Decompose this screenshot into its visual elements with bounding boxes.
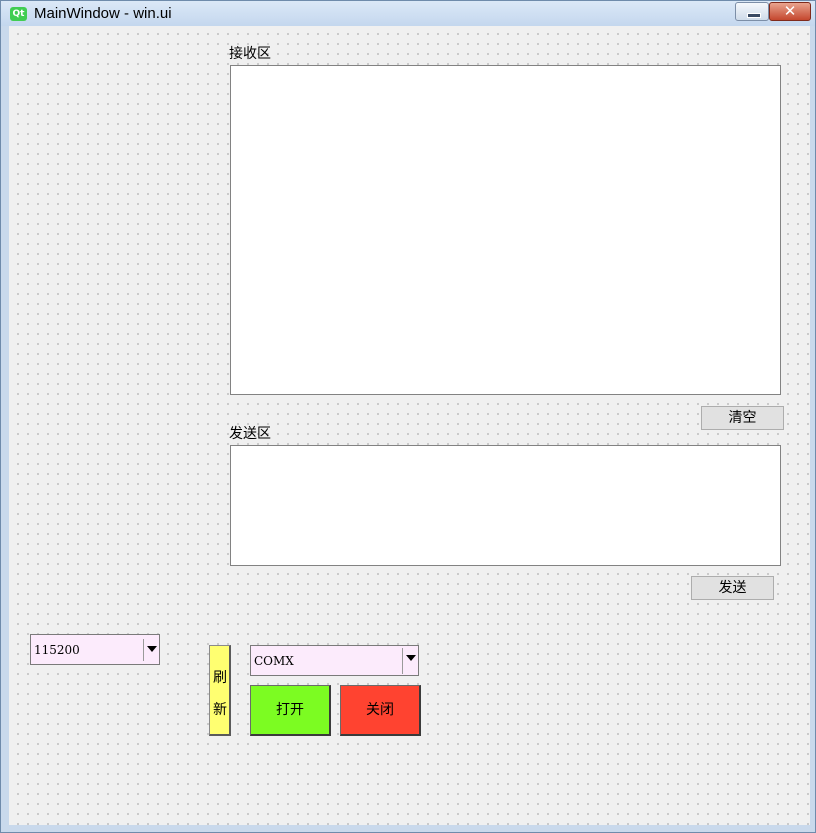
receive-textarea[interactable]	[230, 65, 781, 395]
refresh-button[interactable]: 刷 新	[209, 645, 231, 736]
title-bar[interactable]: Qt MainWindow - win.ui ✕	[1, 1, 815, 26]
receive-area-label: 接收区	[229, 46, 271, 62]
main-window: Qt MainWindow - win.ui ✕ 接收区 清空 发送区 发送 1…	[0, 0, 816, 833]
chevron-down-icon[interactable]	[143, 639, 159, 661]
close-port-button[interactable]: 关闭	[340, 685, 421, 736]
send-area-label: 发送区	[229, 426, 271, 442]
port-value: COMX	[254, 654, 294, 668]
clear-button[interactable]: 清空	[701, 406, 784, 430]
form-canvas: 接收区 清空 发送区 发送 115200 刷 新 COMX 打开 关闭	[9, 26, 810, 825]
port-combobox[interactable]: COMX	[250, 645, 419, 676]
qt-app-icon: Qt	[10, 7, 27, 21]
minimize-button[interactable]	[735, 2, 769, 21]
window-title: MainWindow - win.ui	[34, 5, 172, 22]
baud-rate-value: 115200	[34, 643, 80, 657]
refresh-label-top: 刷	[213, 670, 227, 686]
close-window-button[interactable]: ✕	[769, 2, 811, 21]
send-textarea[interactable]	[230, 445, 781, 566]
refresh-label-bottom: 新	[213, 702, 227, 718]
baud-rate-combobox[interactable]: 115200	[30, 634, 160, 665]
open-port-button[interactable]: 打开	[250, 685, 331, 736]
send-button[interactable]: 发送	[691, 576, 774, 600]
chevron-down-icon[interactable]	[402, 648, 418, 674]
